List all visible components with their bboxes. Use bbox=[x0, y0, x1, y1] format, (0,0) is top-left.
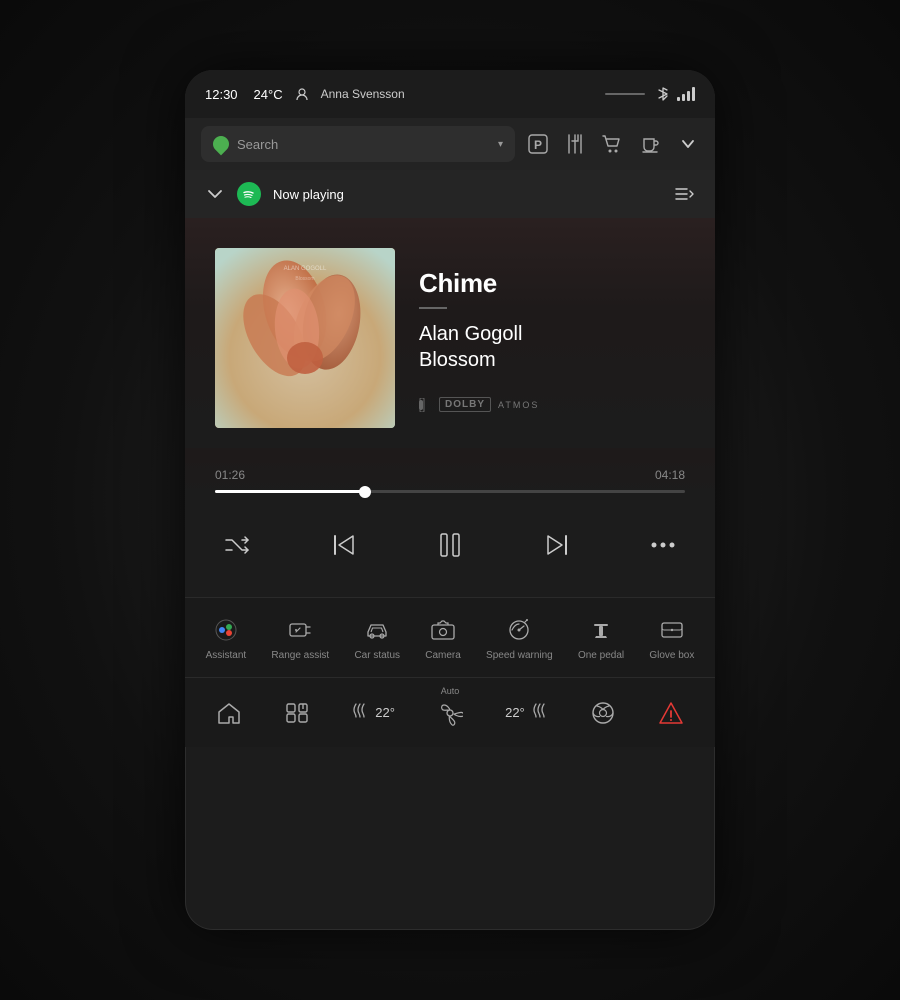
steering-icon bbox=[590, 700, 616, 726]
dolby-icon bbox=[419, 398, 435, 412]
flower-artwork: ALAN GOGOLL Blossom bbox=[215, 248, 395, 428]
one-pedal-label: One pedal bbox=[578, 650, 624, 661]
shuffle-button[interactable] bbox=[215, 523, 259, 567]
search-box[interactable]: Search ▾ bbox=[201, 126, 515, 162]
climate-right-temp: 22° bbox=[505, 705, 525, 720]
progress-fill bbox=[215, 490, 365, 493]
previous-button[interactable] bbox=[322, 523, 366, 567]
nav-climate-left[interactable]: 22° bbox=[352, 701, 395, 725]
track-artist: Alan Gogoll Blossom bbox=[419, 321, 685, 373]
seat-heat-left-icon bbox=[352, 701, 372, 725]
track-title: Chime bbox=[419, 268, 685, 299]
status-username: Anna Svensson bbox=[321, 87, 405, 101]
nav-icons: P bbox=[527, 133, 699, 155]
svg-text:Blossom: Blossom bbox=[295, 276, 314, 282]
climate-left-temp: 22° bbox=[375, 705, 395, 720]
quick-one-pedal[interactable]: One pedal bbox=[578, 614, 624, 661]
svg-text:ALAN GOGOLL: ALAN GOGOLL bbox=[284, 266, 327, 272]
now-playing-header: Now playing bbox=[185, 170, 715, 218]
quick-car-status[interactable]: Car status bbox=[354, 614, 400, 661]
atmos-label: ATMOS bbox=[498, 400, 539, 410]
status-icons bbox=[657, 86, 695, 102]
track-info-row: ALAN GOGOLL Blossom Chime Alan Gogoll Bl… bbox=[215, 248, 685, 428]
nav-climate-right[interactable]: 22° bbox=[505, 701, 548, 725]
car-status-icon bbox=[361, 614, 393, 646]
status-time: 12:30 bbox=[205, 87, 238, 102]
restaurant-icon[interactable] bbox=[565, 133, 585, 155]
search-input[interactable]: Search bbox=[237, 137, 490, 152]
quick-range-assist[interactable]: Range assist bbox=[271, 614, 329, 661]
speed-warning-label: Speed warning bbox=[486, 650, 553, 661]
nav-home[interactable] bbox=[216, 701, 242, 725]
bottom-nav: 22° Auto 22° bbox=[185, 677, 715, 747]
screen: 12:30 24°C Anna Svensson bbox=[185, 70, 715, 930]
quick-glove-box[interactable]: Glove box bbox=[649, 614, 694, 661]
cafe-icon[interactable] bbox=[639, 133, 661, 155]
now-playing-label: Now playing bbox=[273, 187, 344, 202]
fan-icon bbox=[437, 700, 463, 726]
total-time: 04:18 bbox=[655, 468, 685, 482]
camera-icon bbox=[427, 614, 459, 646]
glove-box-label: Glove box bbox=[649, 650, 694, 661]
assistant-icon bbox=[210, 614, 242, 646]
progress-track[interactable] bbox=[215, 490, 685, 493]
cart-icon[interactable] bbox=[601, 133, 623, 155]
more-nav-icon[interactable] bbox=[677, 133, 699, 155]
range-assist-icon bbox=[284, 614, 316, 646]
home-icon bbox=[216, 701, 242, 725]
glove-box-icon bbox=[656, 614, 688, 646]
more-button[interactable] bbox=[641, 523, 685, 567]
user-icon bbox=[295, 87, 309, 101]
auto-label: Auto bbox=[441, 686, 460, 696]
nav-fan[interactable]: Auto bbox=[437, 700, 463, 726]
apps-icon bbox=[284, 701, 310, 725]
current-time: 01:26 bbox=[215, 468, 245, 482]
location-pin-icon bbox=[210, 133, 233, 156]
warning-triangle-icon bbox=[658, 701, 684, 725]
speed-warning-icon bbox=[503, 614, 535, 646]
quick-access-bar: Assistant Range assist bbox=[185, 597, 715, 677]
quick-camera[interactable]: Camera bbox=[425, 614, 461, 661]
status-temp: 24°C bbox=[254, 87, 283, 102]
status-line bbox=[605, 93, 645, 95]
player-content: ALAN GOGOLL Blossom Chime Alan Gogoll Bl… bbox=[185, 218, 715, 448]
signal-icon bbox=[677, 87, 695, 101]
car-frame: 12:30 24°C Anna Svensson bbox=[0, 0, 900, 1000]
nav-apps[interactable] bbox=[284, 701, 310, 725]
nav-bar: Search ▾ P bbox=[185, 118, 715, 170]
playlist-icon[interactable] bbox=[673, 183, 695, 205]
track-details: Chime Alan Gogoll Blossom DOLBY ATMOS bbox=[419, 248, 685, 412]
collapse-icon[interactable] bbox=[205, 184, 225, 204]
track-underline bbox=[419, 307, 447, 309]
car-status-label: Car status bbox=[354, 650, 400, 661]
progress-section: 01:26 04:18 bbox=[185, 448, 715, 503]
spotify-icon bbox=[237, 182, 261, 206]
nav-warning[interactable] bbox=[658, 701, 684, 725]
parking-icon[interactable]: P bbox=[527, 133, 549, 155]
time-row: 01:26 04:18 bbox=[215, 468, 685, 482]
seat-heat-right-icon bbox=[528, 701, 548, 725]
bluetooth-icon bbox=[657, 86, 669, 102]
range-assist-label: Range assist bbox=[271, 650, 329, 661]
controls-section bbox=[185, 503, 715, 597]
progress-thumb[interactable] bbox=[359, 486, 371, 498]
camera-label: Camera bbox=[425, 650, 461, 661]
status-bar: 12:30 24°C Anna Svensson bbox=[185, 70, 715, 118]
quick-speed-warning[interactable]: Speed warning bbox=[486, 614, 553, 661]
album-art: ALAN GOGOLL Blossom bbox=[215, 248, 395, 428]
assistant-label: Assistant bbox=[206, 650, 247, 661]
search-chevron-icon: ▾ bbox=[498, 139, 503, 150]
next-button[interactable] bbox=[535, 523, 579, 567]
dolby-badge: DOLBY ATMOS bbox=[419, 397, 685, 412]
quick-assistant[interactable]: Assistant bbox=[206, 614, 247, 661]
one-pedal-icon bbox=[585, 614, 617, 646]
now-playing-left: Now playing bbox=[205, 182, 344, 206]
nav-steering[interactable] bbox=[590, 700, 616, 726]
svg-text:P: P bbox=[534, 138, 542, 152]
pause-button[interactable] bbox=[428, 523, 472, 567]
